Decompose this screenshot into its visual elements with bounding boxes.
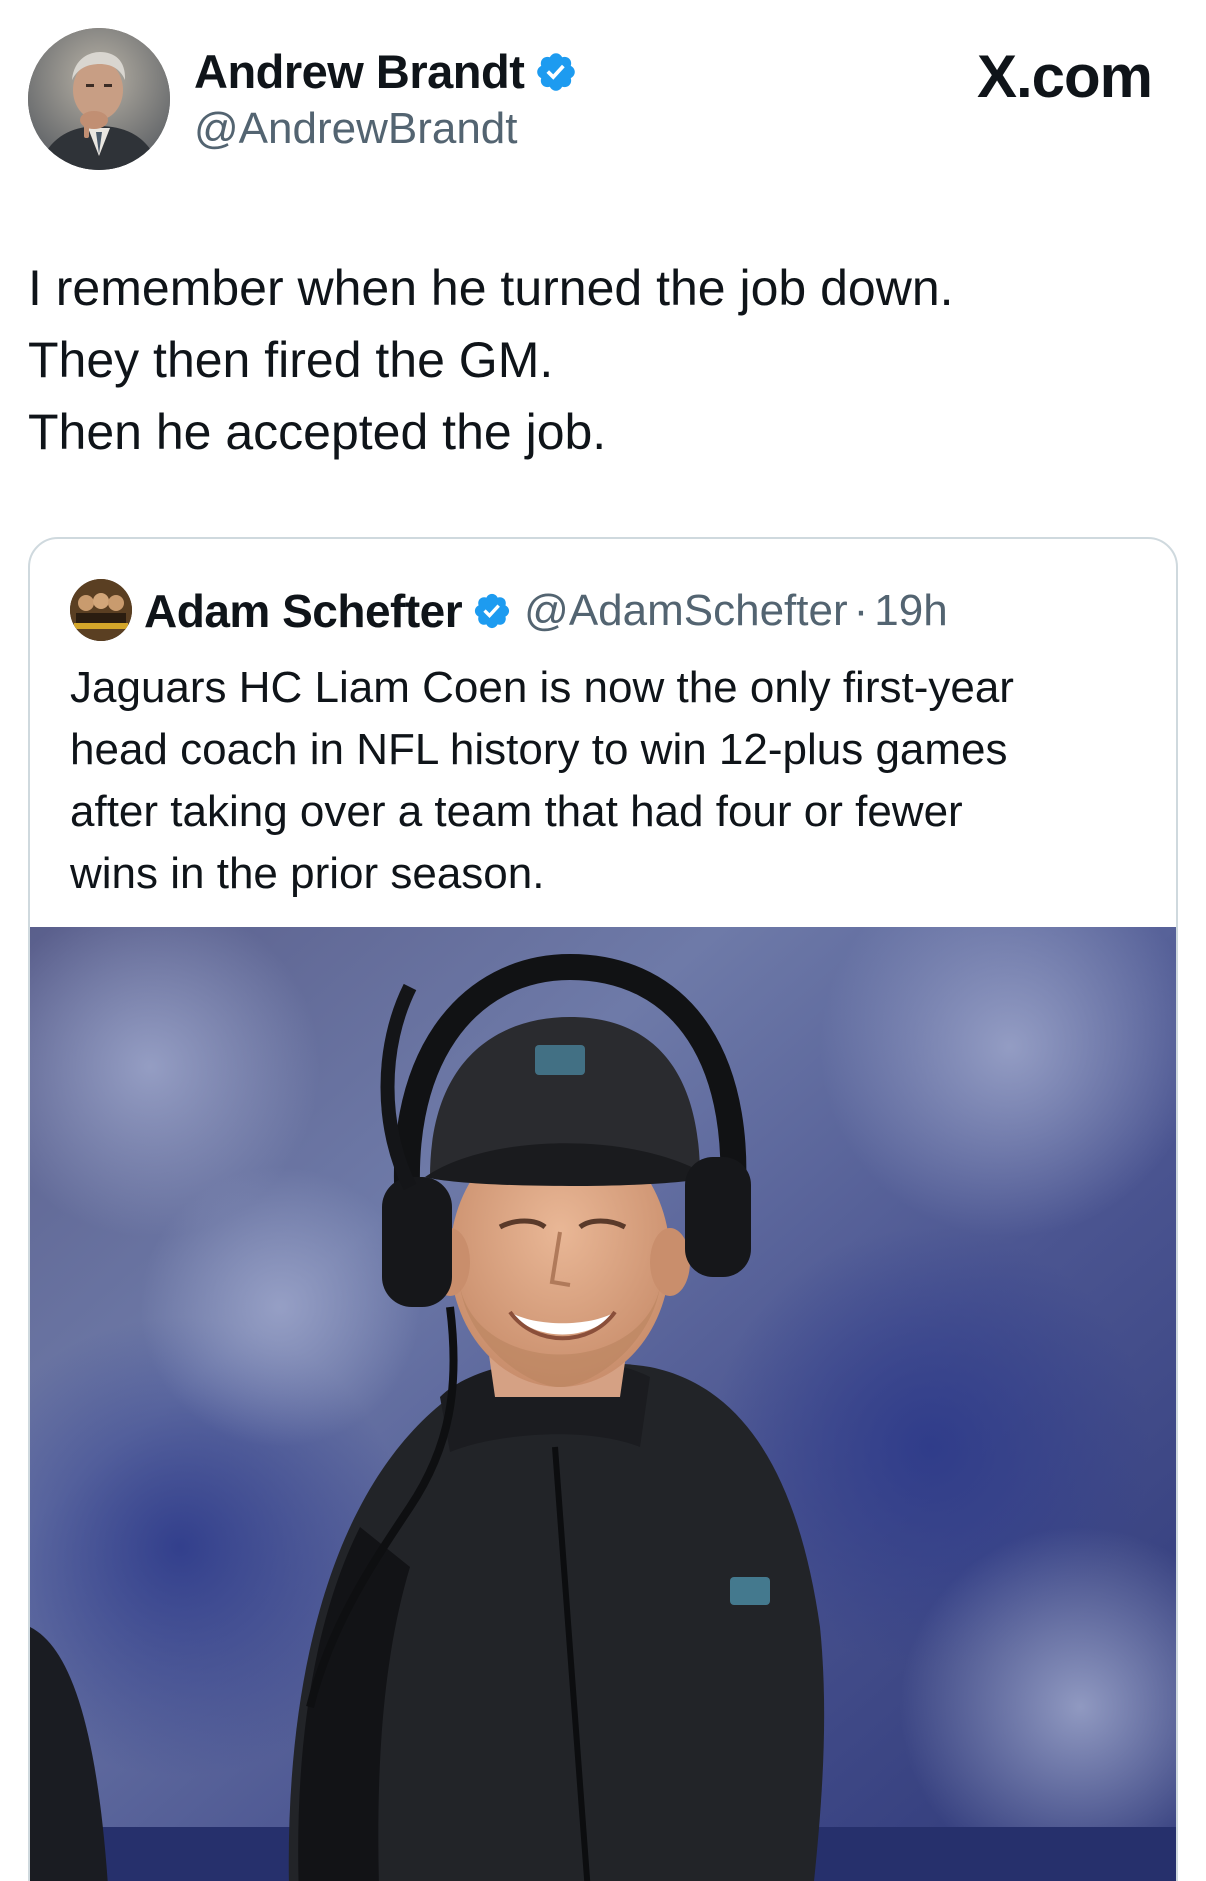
quoted-tweet-text: Jaguars HC Liam Coen is now the only fir… <box>70 657 1150 905</box>
author-name-text: Andrew Brandt <box>194 45 525 98</box>
author-name[interactable]: Andrew Brandt <box>194 44 578 99</box>
quoted-line: wins in the prior season. <box>70 849 545 898</box>
tweet-line: Then he accepted the job. <box>28 404 607 460</box>
quoted-line: head coach in NFL history to win 12-plus… <box>70 725 1008 774</box>
quoted-author-avatar[interactable] <box>70 579 132 641</box>
coach-photo-icon <box>30 927 1176 1881</box>
author-handle[interactable]: @AndrewBrandt <box>194 104 518 154</box>
quoted-tweet-photo[interactable] <box>30 927 1176 1881</box>
tweet-text: I remember when he turned the job down. … <box>28 252 954 468</box>
tweet-line: I remember when he turned the job down. <box>28 260 954 316</box>
site-brand: X.com <box>976 43 1153 110</box>
verified-badge-icon <box>475 593 510 629</box>
quoted-tweet-header: Adam Schefter @AdamSchefter · 19h <box>144 579 948 643</box>
quoted-author-name[interactable]: Adam Schefter <box>144 584 463 638</box>
quoted-tweet-card[interactable]: Adam Schefter @AdamSchefter · 19h Jaguar… <box>28 537 1178 1881</box>
tweet-line: They then fired the GM. <box>28 332 554 388</box>
separator-dot: · <box>853 586 869 635</box>
profile-photo-icon <box>70 579 132 641</box>
author-avatar[interactable] <box>28 28 170 170</box>
verified-badge-icon <box>537 52 576 91</box>
quoted-author-handle[interactable]: @AdamSchefter <box>524 586 847 636</box>
quoted-timestamp[interactable]: 19h <box>874 586 947 636</box>
profile-photo-icon <box>28 28 170 170</box>
quoted-line: after taking over a team that had four o… <box>70 787 963 836</box>
tweet-screenshot: Andrew Brandt @AndrewBrandt X.com I reme… <box>0 0 1206 1881</box>
quoted-line: Jaguars HC Liam Coen is now the only fir… <box>70 663 1014 712</box>
